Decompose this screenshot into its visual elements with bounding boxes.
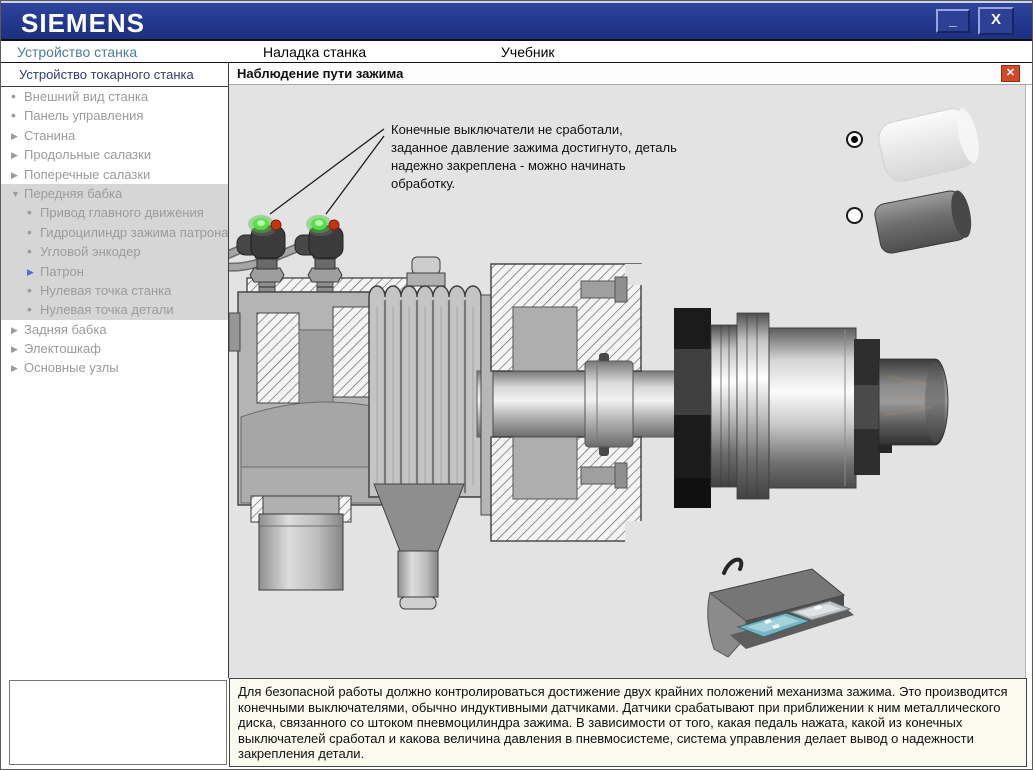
foot-pedal	[707, 557, 854, 658]
sidebar-item-angle-encoder[interactable]: • Угловой энкодер	[1, 242, 228, 262]
sidebar-item-machine-exterior[interactable]: • Внешний вид станка	[1, 87, 228, 106]
chevron-right-icon: ▶	[27, 266, 34, 277]
sidebar-item-main-units[interactable]: ▶ Основные узлы	[1, 358, 228, 377]
bullet-icon: •	[27, 204, 32, 221]
red-led-icon	[328, 219, 340, 231]
red-led-icon	[270, 219, 282, 231]
sidebar-item-tailstock[interactable]: ▶ Задняя бабка	[1, 320, 228, 339]
close-window-button[interactable]: X	[978, 7, 1014, 35]
bullet-icon: •	[27, 281, 32, 298]
limit-switch-left	[236, 215, 286, 270]
navigation-sidebar: Устройство токарного станка • Внешний вид…	[1, 63, 229, 678]
chevron-right-icon: ▶	[11, 150, 18, 161]
simulation-canvas: Конечные выключатели не сработали, задан…	[229, 85, 1026, 678]
bullet-icon: •	[27, 223, 32, 240]
bullet-icon: •	[27, 301, 32, 318]
content-header: Наблюдение пути зажима ✕	[229, 63, 1032, 85]
chevron-right-icon: ▶	[11, 324, 18, 335]
workpiece-option-dark	[874, 190, 972, 254]
siemens-logo: SIEMENS	[21, 8, 146, 38]
radio-dark-workpiece[interactable]	[846, 207, 863, 224]
spindle-housing-group	[368, 256, 482, 610]
sidebar-item-main-drive[interactable]: • Привод главного движения	[1, 203, 228, 223]
minimize-button[interactable]: _	[936, 9, 970, 33]
description-panel: Для безопасной работы должно контролиров…	[229, 678, 1027, 767]
sidebar-item-electrical-cabinet[interactable]: ▶ Электошкаф	[1, 339, 228, 358]
application-window: SIEMENS _ X Устройство станка Наладка ст…	[0, 0, 1033, 770]
bullet-icon: •	[11, 88, 16, 104]
close-panel-button[interactable]: ✕	[1001, 65, 1020, 82]
sidebar-item-bed[interactable]: ▶ Станина	[1, 126, 228, 145]
sidebar-item-machine-zero-point[interactable]: • Нулевая точка станка	[1, 280, 228, 301]
title-bar: SIEMENS _ X	[1, 1, 1032, 41]
chevron-right-icon: ▶	[11, 344, 18, 355]
sidebar-item-chuck[interactable]: ▶ Патрон	[1, 261, 228, 281]
page-title: Наблюдение пути зажима	[237, 66, 404, 81]
chevron-right-icon: ▶	[11, 169, 18, 180]
bullet-icon: •	[11, 107, 16, 124]
bullet-icon: •	[27, 243, 32, 260]
sidebar-item-cross-slide[interactable]: ▶ Поперечные салазки	[1, 165, 228, 184]
chevron-right-icon: ▶	[11, 130, 18, 141]
chevron-right-icon: ▶	[11, 363, 18, 374]
tab-machine-design[interactable]: Устройство станка	[17, 44, 137, 60]
chuck-group	[674, 308, 892, 508]
radio-dot-icon	[851, 136, 858, 143]
status-annotation: Конечные выключатели не сработали, задан…	[391, 122, 677, 191]
workpiece-bar	[878, 358, 949, 446]
cylinder-lower-boss	[250, 495, 352, 591]
chevron-down-icon: ▼	[11, 188, 20, 199]
sidebar-item-control-panel[interactable]: • Панель управления	[1, 106, 228, 125]
notes-panel	[9, 680, 227, 765]
drain-fitting	[373, 483, 465, 610]
radio-light-workpiece[interactable]	[846, 131, 863, 148]
tab-machine-setup[interactable]: Наладка станка	[263, 44, 366, 60]
limit-switch-right	[294, 215, 344, 270]
content-panel: Наблюдение пути зажима ✕ Конечные выключ…	[229, 63, 1032, 678]
spindle-shaft	[476, 370, 679, 438]
sidebar-item-headstock[interactable]: ▼ Передняя бабка	[1, 183, 228, 204]
sidebar-item-longitudinal-slide[interactable]: ▶ Продольные салазки	[1, 145, 228, 164]
workpiece-option-light	[878, 108, 979, 182]
callout-lines	[269, 128, 385, 215]
tab-textbook[interactable]: Учебник	[501, 44, 555, 60]
sidebar-item-chuck-hydraulic-cylinder[interactable]: • Гидроцилиндр зажима патрона	[1, 222, 228, 243]
sidebar-item-part-zero-point[interactable]: • Нулевая точка детали	[1, 300, 228, 320]
sidebar-header: Устройство токарного станка	[1, 63, 228, 87]
tab-bar: Устройство станка Наладка станка Учебник	[1, 39, 1032, 63]
